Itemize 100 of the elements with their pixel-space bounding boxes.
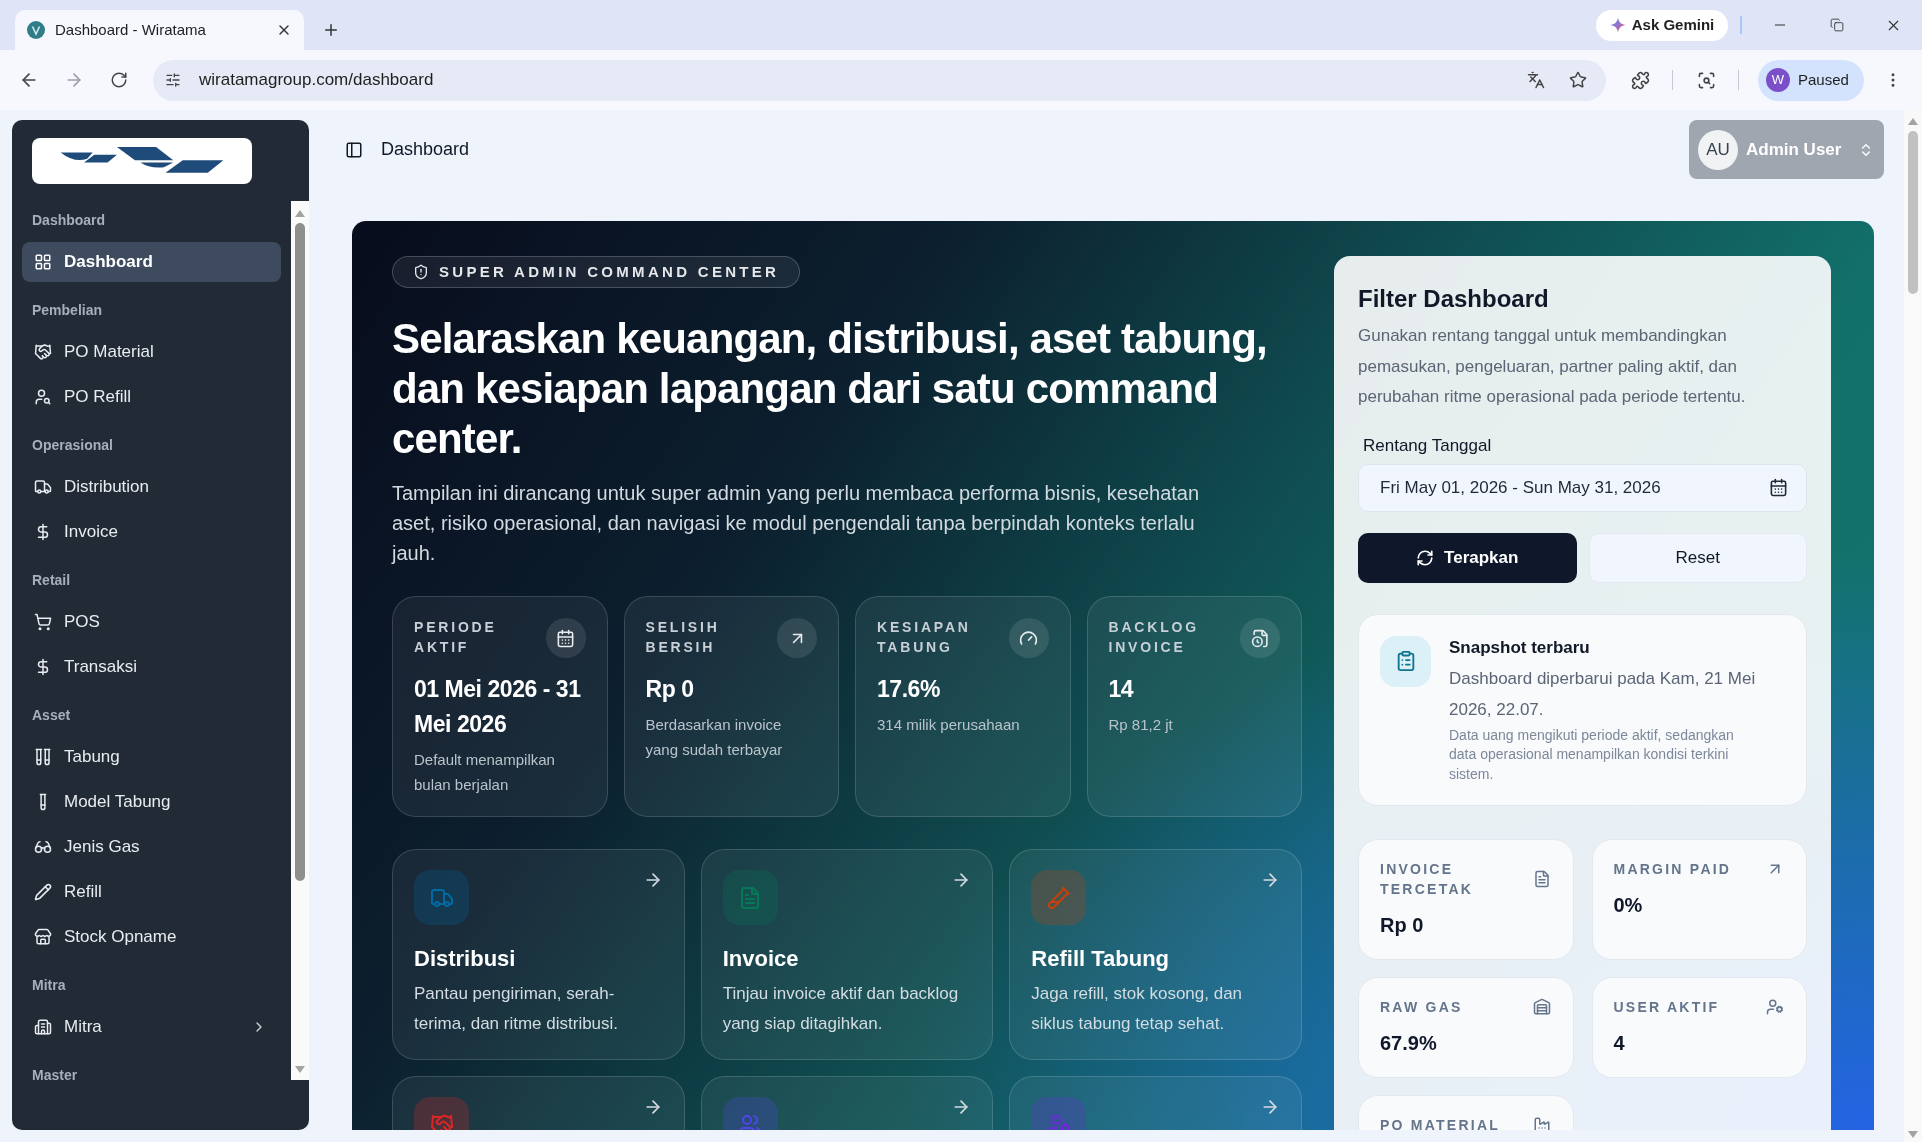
nav-item[interactable]: Transaksi [22, 647, 281, 687]
nav-item[interactable]: PO Refill [22, 377, 281, 417]
stat-value: Rp 0 [645, 675, 695, 704]
badge-text: SUPER ADMIN COMMAND CENTER [439, 261, 780, 282]
clipboard-icon [1380, 635, 1431, 687]
scrollbar-thumb[interactable] [1908, 131, 1918, 294]
pencil-icon [34, 883, 52, 901]
apply-button[interactable]: Terapkan [1358, 532, 1577, 583]
nav-section-title: Asset [31, 706, 72, 725]
stat-label: SELISIH BERSIH [645, 618, 721, 657]
document-icon [1532, 870, 1551, 888]
nav-item[interactable]: Tabung [22, 737, 281, 777]
snapshot-title: Snapshot terbaru [1449, 636, 1591, 659]
module-description: Tinjau invoice aktif dan backlog yang siap ditagihkan. [722, 983, 960, 1035]
page-title: Dashboard [381, 138, 470, 161]
refresh-icon [1416, 548, 1435, 567]
module-description: Jaga refill, stok kosong, dan siklus tabung tetap sehat. [1031, 983, 1244, 1035]
stat-note: Berdasarkan invoice yang sudah terbayar [645, 715, 784, 760]
nav-section-title: Dashboard [31, 211, 107, 230]
ask-gemini-button[interactable]: Ask Gemini [1596, 9, 1728, 41]
nav-item[interactable]: Invoice [22, 512, 281, 552]
scrollbar-thumb[interactable] [295, 223, 305, 881]
hero-description: Tampilan ini dirancang untuk super admin yang perlu membaca performa bisnis, kesehatan aset, risiko operasional, dan navigasi ke modul pengendali tanpa berpindah konteks terlalu jauh. [392, 481, 1201, 566]
metric-label: INVOICE TERCETAK [1380, 860, 1475, 899]
site-settings-icon[interactable] [165, 72, 181, 88]
metric-value: 0% [1613, 893, 1644, 918]
stat-label: KESIAPAN TABUNG [877, 618, 972, 657]
translate-icon[interactable] [1527, 71, 1545, 89]
snapshot-note: Data uang mengikuti periode aktif, sedangkan data operasional menampilkan kondisi terkini sistem. [1449, 725, 1735, 784]
calendar-icon [1769, 478, 1788, 497]
nav-item[interactable]: PO Material [22, 332, 281, 372]
shield-icon [413, 264, 429, 280]
user-avatar: AU [1698, 129, 1738, 170]
metric-value: 4 [1613, 1031, 1626, 1056]
nav-item[interactable]: Stock Opname [22, 917, 281, 957]
profile-button[interactable]: W Paused [1758, 59, 1864, 101]
stat-label: BACKLOG INVOICE [1108, 618, 1200, 657]
address-bar[interactable]: wiratamagroup.com/dashboard [153, 59, 1606, 101]
sidebar-toggle-icon[interactable] [345, 140, 363, 159]
stat-value: 17.6% [877, 675, 941, 704]
sparkle-icon [1609, 17, 1626, 33]
browser-tab[interactable]: Dashboard - Wiratama [15, 10, 304, 50]
user-gear-icon [1766, 998, 1784, 1016]
handshake-icon [34, 343, 52, 361]
test-tubes-icon [34, 748, 52, 766]
module-card[interactable]: Invoice Tinjau invoice aktif dan backlog yang siap ditagihkan. [700, 849, 994, 1060]
store-icon [34, 928, 52, 946]
metric-label: MARGIN PAID [1613, 860, 1732, 879]
nav-section-title: Retail [31, 571, 72, 590]
nav-item[interactable]: POS [22, 602, 281, 642]
cart-icon [34, 613, 52, 631]
hero-title: Selaraskan keuangan, distribusi, aset tabung, dan kesiapan lapangan dari satu command center. [392, 314, 1268, 464]
stat-note: Rp 81,2 jt [1108, 715, 1174, 735]
stat-note: 314 milik perusahaan [877, 715, 1021, 735]
truck-icon [34, 478, 52, 496]
nav-item[interactable]: Refill [22, 872, 281, 912]
module-card[interactable]: Refill Tabung Jaga refill, stok kosong, dan siklus tabung tetap sehat. [1009, 849, 1302, 1060]
url-text[interactable]: wiratamagroup.com/dashboard [199, 67, 434, 93]
metric-label: USER AKTIF [1613, 998, 1720, 1017]
snapshot-text: Dashboard diperbarui pada Kam, 21 Mei 2026, 22.07. [1449, 667, 1757, 721]
nav-item[interactable]: Distribution [22, 467, 281, 507]
user-search-icon [34, 388, 52, 406]
logo-icon [32, 138, 252, 184]
metric-label: PO MATERIAL [1380, 1116, 1501, 1130]
file-clock-icon [1240, 618, 1280, 658]
building-icon [34, 1018, 52, 1036]
stat-note: Default menampilkan bulan berjalan [414, 750, 556, 795]
arrow-up-right-icon [777, 618, 817, 658]
stat-label: PERIODE AKTIF [414, 618, 498, 657]
scan-search-icon[interactable] [1696, 70, 1716, 90]
nav-item[interactable]: Jenis Gas [22, 827, 281, 867]
filter-description: Gunakan rentang tanggal untuk membandingkan pemasukan, pengeluaran, partner paling aktif, dan perubahan ritme operasional pada periode tertentu. [1358, 325, 1747, 408]
star-icon[interactable] [1569, 71, 1587, 89]
nav-item[interactable]: Mitra [22, 1007, 281, 1047]
nav-item[interactable]: Dashboard [22, 242, 281, 282]
factory-icon [1532, 1116, 1551, 1130]
module-title: Refill Tabung [1031, 945, 1171, 973]
date-range-field[interactable]: Fri May 01, 2026 - Sun May 31, 2026 [1358, 463, 1807, 512]
glasses-icon [34, 838, 52, 856]
stat-value: 14 [1108, 675, 1135, 704]
favicon-icon [27, 21, 45, 39]
nav-section-title: Operasional [31, 436, 114, 455]
new-tab-icon[interactable] [322, 21, 340, 39]
metric-value: Rp 0 [1380, 913, 1425, 938]
metric-value: 67.9% [1380, 1031, 1438, 1056]
stat-value: 01 Mei 2026 - 31 Mei 2026 [414, 675, 582, 739]
profile-avatar: W [1766, 68, 1790, 92]
module-title: Distribusi [414, 945, 517, 973]
nav-item[interactable]: Model Tabung [22, 782, 281, 822]
nav-section-title: Pembelian [31, 301, 104, 320]
restore-icon[interactable] [1829, 18, 1844, 32]
gauge-icon [1008, 618, 1049, 658]
puzzle-icon[interactable] [1630, 70, 1650, 90]
calendar-icon [545, 618, 586, 658]
warehouse-icon [1532, 998, 1551, 1016]
module-description: Pantau pengiriman, serah-terima, dan ritme distribusi. [414, 983, 620, 1035]
reset-button[interactable]: Reset [1588, 532, 1807, 583]
module-card[interactable]: Distribusi Pantau pengiriman, serah-terima, dan ritme distribusi. [392, 849, 685, 1060]
user-menu-button[interactable]: AU Admin User [1689, 120, 1884, 179]
reload-icon[interactable] [110, 71, 128, 89]
